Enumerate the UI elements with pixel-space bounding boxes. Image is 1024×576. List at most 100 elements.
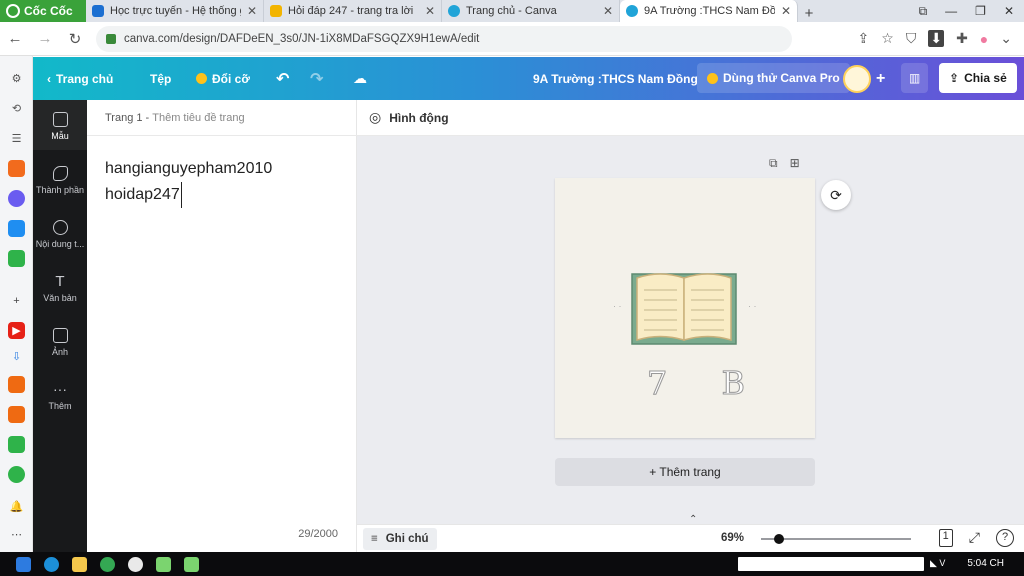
page-title-bar[interactable]: Trang 1 - Thêm tiêu đề trang: [87, 100, 357, 136]
page-heading-text[interactable]: 7 B: [646, 364, 767, 403]
fullscreen-icon[interactable]: ⤢: [969, 529, 980, 547]
home-link[interactable]: ‹ Trang chủ: [47, 57, 113, 100]
tab-canva-home[interactable]: Trang chủ - Canva ✕: [442, 0, 620, 22]
share-page-icon[interactable]: ⇪: [858, 30, 870, 47]
zalo-icon[interactable]: [8, 220, 25, 237]
file-explorer-icon[interactable]: [72, 556, 87, 572]
avatar-group[interactable]: +: [843, 57, 885, 100]
piggy-icon[interactable]: ●: [980, 31, 988, 47]
template-icon: [52, 112, 68, 127]
add-page-icon[interactable]: ⊞: [790, 156, 800, 171]
shield-icon[interactable]: ⛉: [906, 30, 917, 47]
browser-window-icon-2[interactable]: [184, 556, 199, 572]
notification-bell-icon[interactable]: 🔔: [8, 498, 25, 515]
rail-item-elements[interactable]: Thành phần: [33, 166, 87, 195]
editor-toolbar: ◎ Hình động: [357, 100, 1024, 136]
zoom-slider-thumb[interactable]: [774, 534, 784, 544]
coccoc-crown-icon[interactable]: [8, 160, 25, 177]
rail-item-uploads[interactable]: Nội dung t...: [33, 220, 87, 249]
share-button[interactable]: ⇪ Chia sẻ: [939, 63, 1017, 93]
refresh-comment-icon[interactable]: ⟳: [821, 180, 851, 210]
add-app-icon[interactable]: +: [8, 292, 25, 309]
settings-icon[interactable]: ⚙: [8, 70, 25, 87]
notes-button[interactable]: ≡ Ghi chú: [363, 528, 437, 550]
animate-icon[interactable]: ◎: [369, 109, 381, 126]
add-page-button[interactable]: + Thêm trang: [555, 458, 815, 486]
design-page[interactable]: · · · · 7 B: [555, 178, 815, 438]
rail-item-more[interactable]: ··· Thêm: [33, 382, 87, 412]
try-pro-button[interactable]: Dùng thử Canva Pro: [697, 63, 850, 93]
file-menu[interactable]: Tệp: [150, 57, 171, 100]
browser-sidebar: ⚙ ⟲ ☰ + ▶ ⇩ 🔔 ⋯: [0, 56, 33, 552]
rail-item-templates[interactable]: Mẫu: [33, 100, 87, 150]
download-app-icon[interactable]: ⇩: [8, 348, 25, 365]
animate-button[interactable]: Hình động: [389, 111, 448, 125]
cloud-save-icon[interactable]: ☁: [353, 57, 367, 100]
close-window-icon[interactable]: ✕: [1004, 4, 1014, 18]
youtube-icon[interactable]: ▶: [8, 322, 25, 339]
resize-button[interactable]: Đổi cỡ: [196, 57, 250, 100]
zoom-slider[interactable]: [761, 534, 911, 544]
back-icon[interactable]: ←: [0, 30, 30, 47]
restore-icon[interactable]: ❐: [975, 4, 986, 18]
url-text: canva.com/design/DAFDeEN_3s0/JN-1iX8MDaF…: [124, 32, 480, 45]
browser-window-icon[interactable]: [156, 556, 171, 572]
coccoc-logo-icon: [6, 4, 20, 18]
game-icon[interactable]: [8, 250, 25, 267]
menu-icon[interactable]: ⌄: [1000, 30, 1012, 47]
design-title[interactable]: 9A Trường :THCS Nam Đồng: [533, 57, 698, 100]
tab-hoc-truc-tuyen[interactable]: Học trực tuyến - Hệ thống g ✕: [86, 0, 264, 22]
bookmark-star-icon[interactable]: ☆: [881, 30, 894, 47]
svg-text:· ·: · ·: [748, 301, 757, 311]
tab-title: Hỏi đáp 247 - trang tra lời: [288, 5, 414, 17]
coccoc-taskbar-icon[interactable]: [100, 556, 115, 572]
duplicate-page-icon[interactable]: ⧉: [769, 156, 778, 171]
reload-icon[interactable]: ↻: [60, 30, 90, 48]
upload-icon: [52, 220, 68, 235]
undo-icon[interactable]: ↶: [276, 57, 289, 100]
avatar[interactable]: [843, 64, 871, 93]
insights-icon[interactable]: ▥: [901, 63, 929, 93]
tab-design[interactable]: 9A Trường :THCS Nam Đồng ✕: [620, 0, 798, 22]
notes-textarea[interactable]: hangianguyepham2010 hoidap247: [105, 156, 272, 208]
history-icon[interactable]: ⟲: [8, 100, 25, 117]
page-count[interactable]: 1: [938, 529, 953, 547]
url-field[interactable]: canva.com/design/DAFDeEN_3s0/JN-1iX8MDaF…: [96, 25, 792, 52]
learn-icon[interactable]: [8, 466, 25, 483]
rail-label: Nội dung t...: [35, 239, 85, 249]
rail-item-photos[interactable]: Ảnh: [33, 328, 87, 357]
shopee-icon[interactable]: [8, 376, 25, 393]
new-tab-button[interactable]: +: [798, 5, 820, 22]
close-tab-icon[interactable]: ✕: [603, 4, 613, 18]
browser-brand[interactable]: Cốc Cốc: [0, 0, 86, 22]
tray-icons[interactable]: ◣ V: [930, 558, 945, 569]
tab-search-icon[interactable]: ⧉: [919, 4, 928, 19]
zoom-level[interactable]: 69%: [721, 532, 744, 544]
close-tab-icon[interactable]: ✕: [781, 4, 791, 18]
chat-icon[interactable]: [128, 556, 143, 572]
resize-label: Đổi cỡ: [212, 71, 250, 86]
close-tab-icon[interactable]: ✕: [425, 4, 435, 18]
close-tab-icon[interactable]: ✕: [247, 4, 257, 18]
rail-item-text[interactable]: T Văn bản: [33, 274, 87, 303]
tab-hoi-dap-247[interactable]: Hỏi đáp 247 - trang tra lời ✕: [264, 0, 442, 22]
chevron-left-icon: ‹: [47, 71, 51, 86]
redo-icon[interactable]: ↷: [310, 57, 323, 100]
extensions-icon[interactable]: ✚: [956, 30, 968, 47]
help-icon[interactable]: ?: [996, 529, 1014, 547]
add-member-icon[interactable]: +: [876, 70, 885, 88]
note-line: hangianguyepham2010: [105, 160, 273, 177]
forward-icon[interactable]: →: [30, 30, 60, 47]
edge-icon[interactable]: [44, 556, 59, 572]
windows-start-icon[interactable]: [16, 556, 31, 572]
canva-header: ‹ Trang chủ Tệp Đổi cỡ ↶ ↷ ☁ 9A Trường :…: [33, 57, 1024, 100]
messenger-icon[interactable]: [8, 190, 25, 207]
reading-list-icon[interactable]: ☰: [8, 130, 25, 147]
download-icon[interactable]: ⬇: [928, 30, 945, 47]
sheet-icon[interactable]: [8, 436, 25, 453]
minimize-icon[interactable]: —: [945, 4, 957, 18]
more-sidebar-icon[interactable]: ⋯: [8, 526, 25, 543]
page-title-placeholder[interactable]: Thêm tiêu đề trang: [152, 112, 244, 124]
store-icon[interactable]: [8, 406, 25, 423]
taskbar-search[interactable]: [738, 557, 924, 571]
